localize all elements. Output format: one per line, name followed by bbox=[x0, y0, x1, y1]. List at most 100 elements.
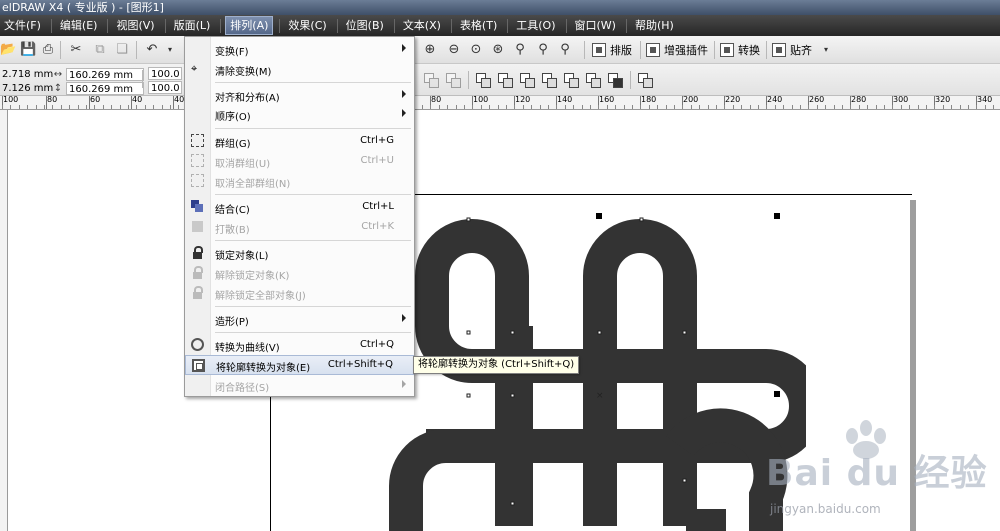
menu-item-clear-transform[interactable]: ⌖ 清除变换(M) bbox=[185, 59, 414, 79]
ruler-minor-tick bbox=[808, 105, 809, 109]
ruler-minor-tick bbox=[86, 105, 87, 109]
zoom-height-icon[interactable]: ⚲ bbox=[557, 42, 573, 58]
boundary-icon[interactable] bbox=[608, 73, 623, 88]
vertical-ruler[interactable] bbox=[0, 110, 8, 531]
toolbar-separator bbox=[60, 41, 61, 59]
zoom-selected-icon[interactable]: ⊙ bbox=[468, 42, 484, 58]
menu-layout[interactable]: 版面(L) bbox=[170, 16, 215, 35]
front-minus-back-icon[interactable] bbox=[564, 73, 579, 88]
plugins-button[interactable]: 增强插件 bbox=[646, 41, 708, 59]
open-icon[interactable]: 📂 bbox=[0, 42, 16, 58]
simplify-icon[interactable] bbox=[542, 73, 557, 88]
ruler-minor-tick bbox=[817, 105, 818, 109]
ruler-minor-tick bbox=[78, 105, 79, 109]
ruler-minor-tick bbox=[136, 105, 137, 109]
ruler-minor-tick bbox=[162, 105, 163, 109]
intersect-icon[interactable] bbox=[520, 73, 535, 88]
ruler-minor-tick bbox=[657, 105, 658, 109]
menu-tools[interactable]: 工具(O) bbox=[512, 16, 559, 35]
menu-item-label: 解除锁定全部对象(J) bbox=[215, 291, 306, 302]
ruler-minor-tick bbox=[960, 105, 961, 109]
y-position-value[interactable]: 7.126 mm bbox=[0, 82, 53, 95]
menu-text[interactable]: 文本(X) bbox=[399, 16, 445, 35]
menu-item-unlock-object[interactable]: 解除锁定对象(K) bbox=[185, 263, 414, 283]
paste-snap-button[interactable]: 贴齐 bbox=[772, 41, 812, 59]
toolbar-separator bbox=[142, 70, 143, 88]
menu-item-shortcut: Ctrl+Q bbox=[359, 339, 394, 350]
ungroup-all-icon bbox=[191, 174, 204, 187]
menu-item-ungroup[interactable]: 取消群组(U) Ctrl+U bbox=[185, 151, 414, 171]
menu-table[interactable]: 表格(T) bbox=[456, 16, 501, 35]
layout-button[interactable]: 排版 bbox=[592, 41, 632, 59]
menu-edit[interactable]: 编辑(E) bbox=[56, 16, 102, 35]
ruler-minor-tick bbox=[976, 105, 977, 109]
menu-item-close-path[interactable]: 闭合路径(S) bbox=[185, 375, 414, 395]
clear-transform-icon: ⌖ bbox=[191, 62, 198, 75]
copy-icon[interactable]: ⧉ bbox=[92, 42, 108, 58]
height-icon: ↕ bbox=[53, 82, 63, 94]
object-width-field[interactable]: 160.269 mm bbox=[66, 67, 144, 81]
save-icon[interactable]: 💾 bbox=[20, 42, 36, 58]
menu-file[interactable]: 文件(F) bbox=[0, 16, 45, 35]
menu-item-order[interactable]: 顺序(O) bbox=[185, 104, 414, 124]
horizontal-ruler[interactable]: 100 80 60 40 40 80 100 120 140 160 180 2… bbox=[0, 96, 1000, 110]
ruler-minor-tick bbox=[27, 105, 28, 109]
toolbar-separator bbox=[630, 71, 631, 89]
ruler-minor-tick bbox=[582, 105, 583, 109]
menu-item-outline-to-object[interactable]: 将轮廓转换为对象(E) Ctrl+Shift+Q bbox=[185, 355, 414, 375]
menu-item-shaping[interactable]: 造形(P) bbox=[185, 309, 414, 329]
menu-item-ungroup-all[interactable]: 取消全部群组(N) bbox=[185, 171, 414, 191]
menu-item-label: 闭合路径(S) bbox=[215, 383, 270, 394]
menu-separator bbox=[336, 18, 338, 33]
align-distribute-icon[interactable] bbox=[638, 73, 653, 88]
zoom-page-icon[interactable]: ⚲ bbox=[512, 42, 528, 58]
menu-item-combine[interactable]: 结合(C) Ctrl+L bbox=[185, 197, 414, 217]
property-bar: 2.718 mm 7.126 mm ↔ 160.269 mm ↕ 160.269… bbox=[0, 64, 1000, 96]
menu-separator bbox=[215, 306, 411, 307]
center-marker-icon: × bbox=[596, 391, 604, 401]
submenu-arrow-icon bbox=[402, 380, 406, 388]
zoom-in-icon[interactable]: ⊕ bbox=[422, 42, 438, 58]
menu-item-group[interactable]: 群组(G) Ctrl+G bbox=[185, 131, 414, 151]
menu-separator bbox=[215, 194, 411, 195]
menu-item-break-apart[interactable]: 打散(B) Ctrl+K bbox=[185, 217, 414, 237]
ruler-minor-tick bbox=[968, 105, 969, 109]
menu-item-transform[interactable]: 变换(F) bbox=[185, 39, 414, 59]
trim-icon[interactable] bbox=[498, 73, 513, 88]
scale-width-field[interactable]: 100.0 bbox=[148, 67, 182, 80]
menu-item-convert-to-curves[interactable]: 转换为曲线(V) Ctrl+Q bbox=[185, 335, 414, 355]
scale-height-field[interactable]: 100.0 bbox=[148, 81, 182, 94]
undo-dropdown-icon[interactable]: ▾ bbox=[162, 42, 178, 58]
submenu-arrow-icon bbox=[402, 90, 406, 98]
ruler-minor-tick bbox=[918, 105, 919, 109]
mirror-icon[interactable] bbox=[424, 73, 439, 88]
toolbar-separator bbox=[136, 41, 137, 59]
mirror-vertical-icon[interactable] bbox=[446, 73, 461, 88]
weld-icon[interactable] bbox=[476, 73, 491, 88]
menu-window[interactable]: 窗口(W) bbox=[571, 16, 620, 35]
object-height-field[interactable]: 160.269 mm bbox=[66, 81, 144, 95]
menu-item-align-distribute[interactable]: 对齐和分布(A) bbox=[185, 85, 414, 105]
menu-view[interactable]: 视图(V) bbox=[112, 16, 158, 35]
cut-icon[interactable]: ✂ bbox=[68, 42, 84, 58]
menu-help[interactable]: 帮助(H) bbox=[631, 16, 678, 35]
x-position-value[interactable]: 2.718 mm bbox=[0, 68, 53, 81]
paste-icon[interactable]: ❏ bbox=[114, 42, 130, 58]
menu-item-unlock-all[interactable]: 解除锁定全部对象(J) bbox=[185, 283, 414, 303]
menu-item-lock-object[interactable]: 锁定对象(L) bbox=[185, 243, 414, 263]
toolbar-separator bbox=[714, 41, 715, 59]
ruler-label: 100 bbox=[472, 95, 489, 109]
ruler-minor-tick bbox=[800, 105, 801, 109]
print-icon[interactable]: ⎙ bbox=[40, 42, 56, 58]
zoom-all-icon[interactable]: ⊛ bbox=[490, 42, 506, 58]
zoom-width-icon[interactable]: ⚲ bbox=[535, 42, 551, 58]
undo-icon[interactable]: ↶ bbox=[144, 42, 160, 58]
menu-bitmaps[interactable]: 位图(B) bbox=[342, 16, 388, 35]
menu-arrange[interactable]: 排列(A) bbox=[225, 16, 274, 35]
menu-effects[interactable]: 效果(C) bbox=[284, 16, 330, 35]
zoom-out-icon[interactable]: ⊖ bbox=[446, 42, 462, 58]
toolbar-overflow-icon[interactable]: ▾ bbox=[818, 42, 834, 58]
back-minus-front-icon[interactable] bbox=[586, 73, 601, 88]
toolbar-separator bbox=[468, 71, 469, 89]
convert-button[interactable]: 转换 bbox=[720, 41, 760, 59]
